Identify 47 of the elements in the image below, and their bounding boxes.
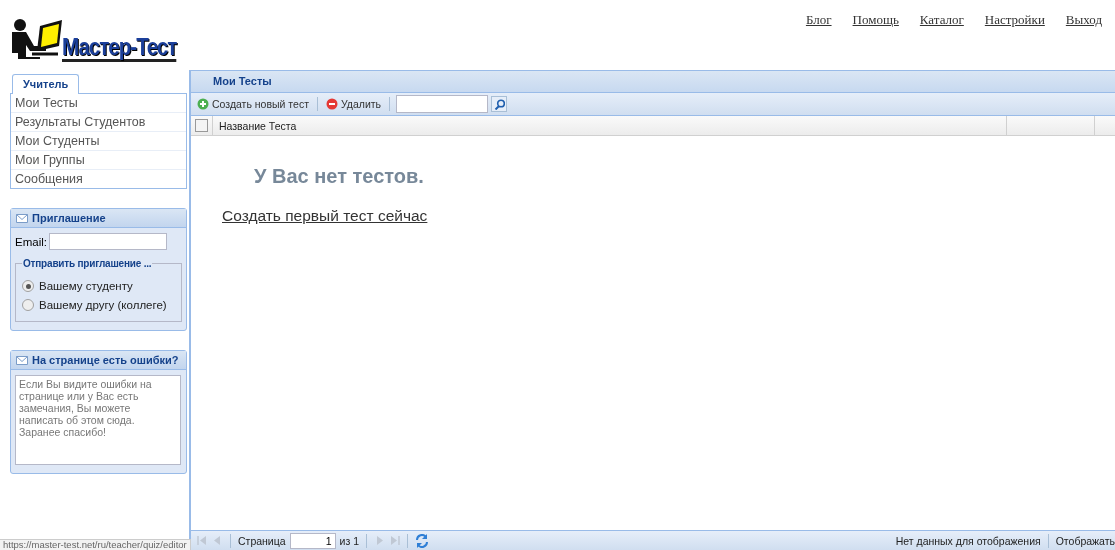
search-button[interactable]	[491, 96, 508, 112]
page-count: из 1	[339, 534, 360, 547]
refresh-icon[interactable]	[415, 533, 430, 548]
create-button[interactable]: Создать новый тест	[195, 98, 311, 110]
sidebar-item[interactable]: Мои Студенты	[11, 132, 186, 151]
radio-label: Вашему другу (коллеге)	[39, 299, 167, 311]
page-size-label: Отображать	[1055, 534, 1115, 547]
envelope-icon	[16, 213, 28, 223]
delete-button[interactable]: Удалить	[323, 98, 384, 110]
panel-title: Приглашение	[32, 212, 106, 224]
radio-button[interactable]	[22, 280, 34, 292]
empty-message: У Вас нет тестов.	[254, 165, 425, 188]
radio-label: Вашему студенту	[39, 280, 133, 292]
create-link[interactable]: Создать первый тест сейчас	[222, 207, 428, 225]
next-page-icon[interactable]	[374, 535, 386, 546]
search-icon	[493, 98, 505, 110]
sidebar-item[interactable]: Сообщения	[11, 170, 186, 188]
select-all-checkbox[interactable]	[195, 119, 208, 132]
radio-button[interactable]	[22, 299, 34, 311]
status-text: Нет данных для отображения	[895, 534, 1041, 547]
email-field[interactable]	[48, 233, 167, 250]
minus-icon	[325, 98, 338, 110]
search-field[interactable]	[396, 95, 489, 113]
first-page-icon[interactable]	[197, 535, 208, 546]
feedback-field[interactable]: Если Вы видите ошибки на странице или у Вас есть замечания, Вы можете написать об этом сюда. Заранее спасибо!	[15, 375, 181, 465]
computer-user-drawing	[12, 19, 62, 59]
sidebar-item[interactable]: Мои Группы	[11, 151, 186, 170]
plus-icon	[197, 98, 209, 110]
previous-page-icon[interactable]	[212, 535, 223, 546]
nav-link[interactable]: Блог	[805, 12, 832, 28]
page-label: Страница	[238, 534, 286, 547]
panel-title: Мои Тесты	[191, 71, 1115, 93]
nav-link[interactable]: Выход	[1065, 12, 1102, 28]
nav-link[interactable]: Каталог	[919, 12, 964, 28]
logo-text[interactable]: Мастер-Тест	[62, 35, 177, 62]
sidebar-item[interactable]: Мои Тесты	[11, 94, 186, 113]
sidebar-tab[interactable]: Учитель	[12, 74, 80, 94]
nav-link[interactable]: Настройки	[984, 12, 1045, 28]
panel-title: На странице есть ошибки?	[32, 354, 179, 366]
nav-link[interactable]: Помощь	[852, 12, 899, 28]
field-label: Email:	[15, 235, 47, 248]
group-title: Отправить приглашение ...	[22, 258, 153, 269]
last-page-icon[interactable]	[389, 535, 401, 546]
page-field[interactable]: 1	[289, 532, 336, 549]
sidebar-item[interactable]: Результаты Студентов	[11, 113, 186, 132]
status-url: https://master-test.net/ru/teacher/quiz/editor	[0, 539, 191, 550]
envelope-icon	[16, 355, 28, 365]
